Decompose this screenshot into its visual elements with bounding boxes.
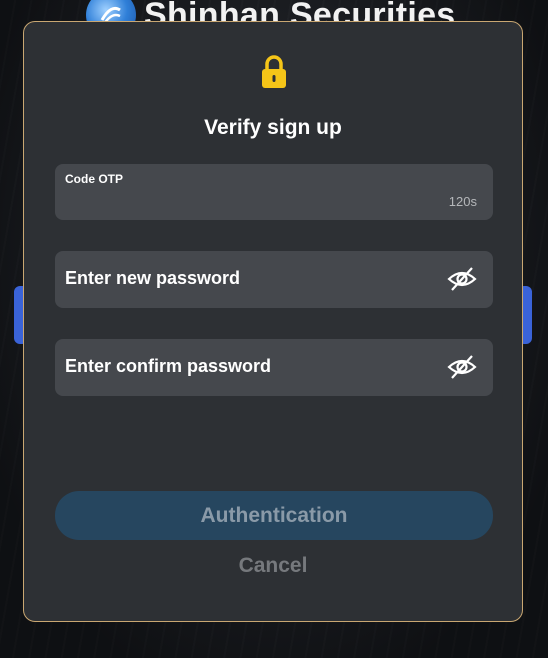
new-password-placeholder: Enter new password — [65, 268, 241, 288]
cancel-button[interactable]: Cancel — [24, 554, 522, 578]
dialog-title: Verify sign up — [204, 116, 342, 139]
new-password-field[interactable]: Enter new password — [55, 251, 493, 308]
eye-slash-icon[interactable] — [447, 264, 477, 294]
otp-field[interactable]: Code OTP 120s — [55, 164, 493, 220]
confirm-password-field[interactable]: Enter confirm password — [55, 339, 493, 396]
authentication-button[interactable]: Authentication — [55, 491, 493, 540]
confirm-password-placeholder: Enter confirm password — [65, 356, 272, 376]
otp-label: Code OTP — [65, 172, 124, 186]
otp-countdown: 120s — [448, 194, 477, 209]
lock-icon — [262, 55, 286, 88]
verify-signup-dialog: Verify sign up Code OTP 120s Enter new p… — [23, 21, 523, 622]
eye-slash-icon[interactable] — [447, 352, 477, 382]
